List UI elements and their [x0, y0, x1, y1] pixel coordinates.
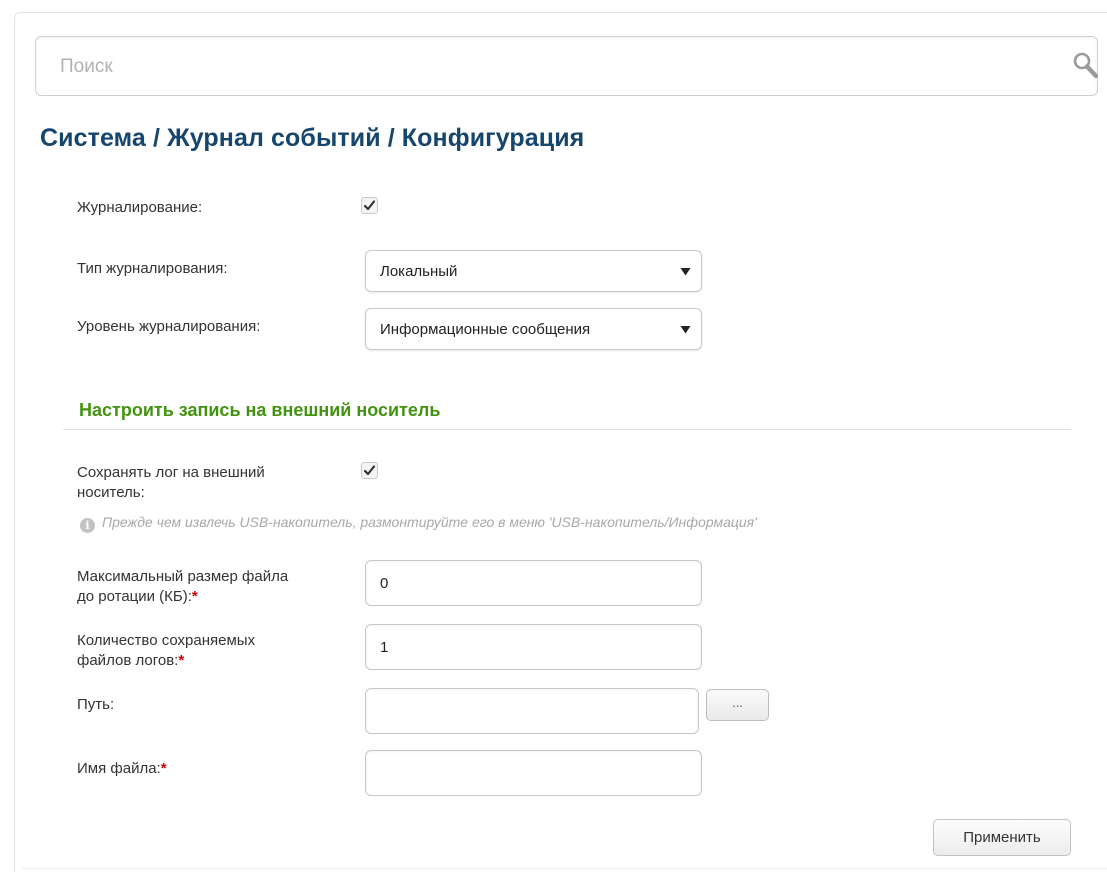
browse-button[interactable]: ... [706, 689, 769, 721]
filename-label-text: Имя файла: [77, 760, 161, 777]
path-field[interactable] [365, 688, 699, 734]
log-count-label: Количество сохраняемых файлов логов:* [77, 631, 255, 671]
save-external-label-line1: Сохранять лог на внешний [77, 464, 265, 481]
page-title: Система / Журнал событий / Конфигурация [40, 124, 585, 152]
chevron-down-icon [680, 268, 691, 276]
logging-type-select[interactable]: Локальный [365, 250, 702, 292]
logging-type-value: Локальный [380, 263, 458, 280]
required-mark: * [178, 652, 185, 669]
logging-enabled-label: Журналирование: [77, 199, 203, 216]
logging-level-select[interactable]: Информационные сообщения [365, 308, 702, 350]
search-icon[interactable] [1071, 51, 1101, 81]
search-input[interactable] [58, 53, 1018, 81]
save-external-checkbox[interactable] [361, 462, 378, 479]
filename-field[interactable] [365, 750, 702, 796]
required-mark: * [191, 588, 198, 605]
chevron-down-icon [680, 326, 691, 334]
max-size-label: Максимальный размер файла до ротации (КБ… [77, 567, 288, 607]
search-bar [35, 36, 1101, 96]
logging-type-label: Тип журналирования: [77, 260, 228, 277]
filename-label: Имя файла:* [77, 759, 167, 779]
usb-info-text: Прежде чем извлечь USB-накопитель, размо… [102, 514, 757, 530]
required-mark: * [160, 760, 167, 777]
section-title: Настроить запись на внешний носитель [79, 400, 441, 420]
checkmark-icon [363, 200, 376, 211]
apply-button[interactable]: Применить [933, 819, 1071, 856]
section-divider [63, 429, 1071, 430]
save-external-label: Сохранять лог на внешний носитель: [77, 463, 265, 503]
max-size-label-line1: Максимальный размер файла [77, 568, 289, 585]
max-size-field[interactable] [365, 560, 702, 606]
frame-bottom-border [22, 868, 1107, 869]
info-icon: i [80, 518, 95, 533]
usb-info-note: i Прежде чем извлечь USB-накопитель, разм… [80, 514, 757, 533]
path-label: Путь: [77, 696, 115, 713]
max-size-label-line2: до ротации (КБ): [77, 588, 192, 605]
save-external-label-line2: носитель: [77, 484, 145, 501]
logging-level-value: Информационные сообщения [380, 321, 591, 338]
logging-level-label: Уровень журналирования: [77, 318, 261, 335]
log-count-label-line2: файлов логов: [77, 652, 179, 669]
logging-enabled-checkbox[interactable] [361, 197, 378, 214]
checkmark-icon [363, 465, 376, 476]
log-count-field[interactable] [365, 624, 702, 670]
log-count-label-line1: Количество сохраняемых [77, 632, 256, 649]
